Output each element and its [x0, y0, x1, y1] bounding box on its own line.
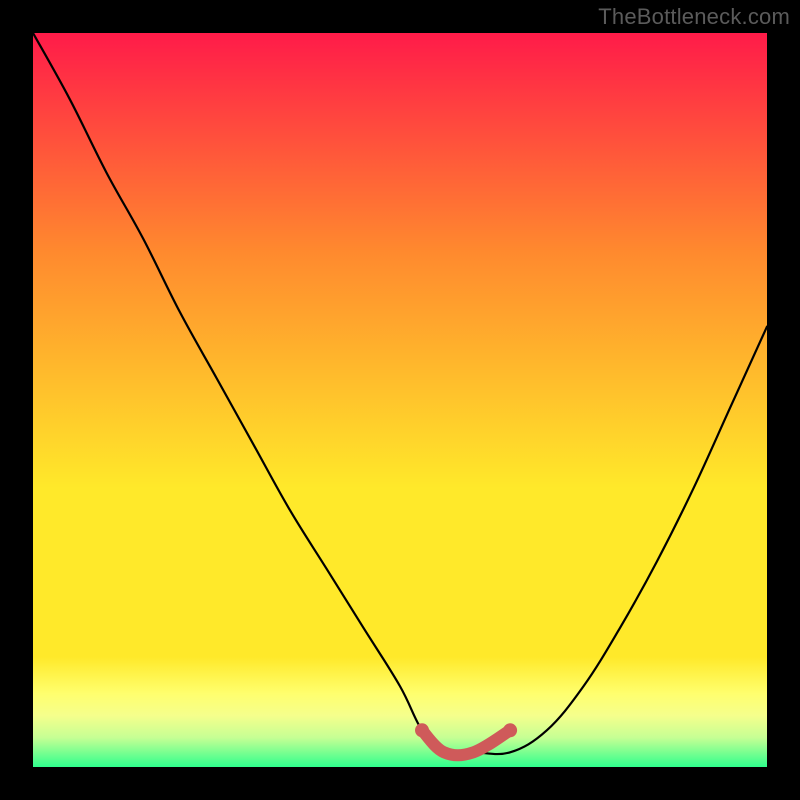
- optimal-band-endpoint: [503, 723, 517, 737]
- optimal-band-endpoint: [415, 723, 429, 737]
- chart-container: TheBottleneck.com: [0, 0, 800, 800]
- watermark-text: TheBottleneck.com: [598, 4, 790, 30]
- plot-area: [33, 33, 767, 767]
- chart-svg: [33, 33, 767, 767]
- chart-background: [33, 33, 767, 767]
